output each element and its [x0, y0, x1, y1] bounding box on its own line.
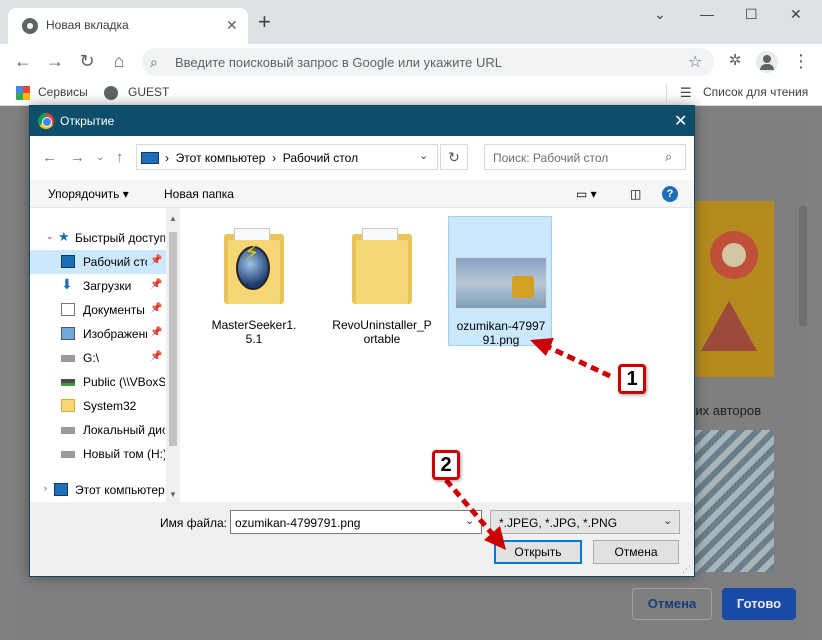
annotation-arrow-2 [444, 478, 496, 538]
step-1-badge: 1 [618, 364, 646, 394]
annotation-arrowhead-2 [484, 526, 506, 550]
step-2-badge: 2 [432, 450, 460, 480]
annotation-arrow-1 [544, 343, 612, 379]
annotation-layer [444, 338, 612, 550]
